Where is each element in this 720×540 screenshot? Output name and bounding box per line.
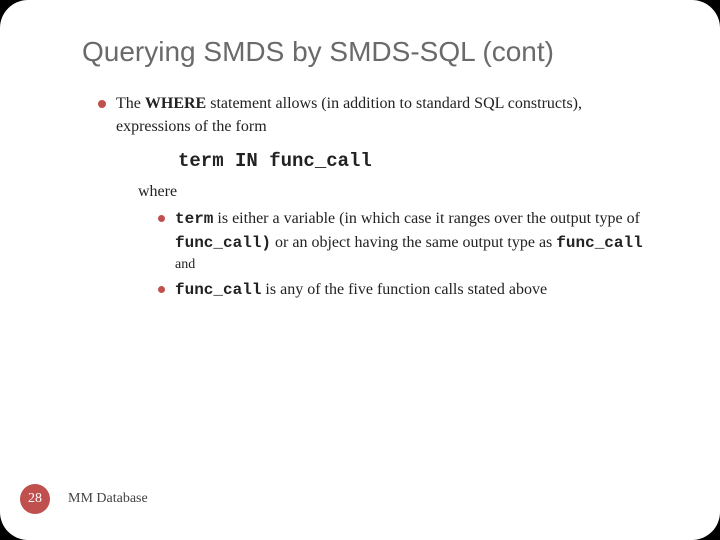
page-number-badge: 28 xyxy=(20,484,50,514)
slide: Querying SMDS by SMDS-SQL (cont) The WHE… xyxy=(0,0,720,540)
footer: 28 MM Database xyxy=(20,484,148,514)
func-code-2: func_call xyxy=(556,234,642,252)
content-area: The WHERE statement allows (in addition … xyxy=(0,74,720,304)
code-expression: term IN func_call xyxy=(116,138,660,178)
sub-item-1: term is either a variable (in which case… xyxy=(158,207,660,276)
sub-list: term is either a variable (in which case… xyxy=(116,205,660,302)
intro-bold: WHERE xyxy=(145,95,206,112)
func-code-3: func_call xyxy=(175,281,261,299)
func-code-1: func_call) xyxy=(175,234,271,252)
bullet-icon xyxy=(158,215,165,222)
bullet-icon xyxy=(158,286,165,293)
sub1-mid2: or an object having the same output type… xyxy=(271,234,556,251)
bullet-icon xyxy=(98,100,106,108)
and-label: and xyxy=(175,255,660,275)
bullet-item-1: The WHERE statement allows (in addition … xyxy=(98,92,660,304)
sub-text-2: func_call is any of the five function ca… xyxy=(175,278,547,302)
slide-title: Querying SMDS by SMDS-SQL (cont) xyxy=(0,0,720,74)
sub-item-2: func_call is any of the five function ca… xyxy=(158,278,660,302)
sub2-rest: is any of the five function calls stated… xyxy=(261,281,547,298)
intro-pre: The xyxy=(116,95,145,112)
sub1-mid: is either a variable (in which case it r… xyxy=(213,210,640,227)
bullet-text-1: The WHERE statement allows (in addition … xyxy=(116,92,660,304)
sub-text-1: term is either a variable (in which case… xyxy=(175,207,660,276)
where-label: where xyxy=(116,178,660,205)
footer-label: MM Database xyxy=(68,491,148,507)
term-code: term xyxy=(175,210,213,228)
